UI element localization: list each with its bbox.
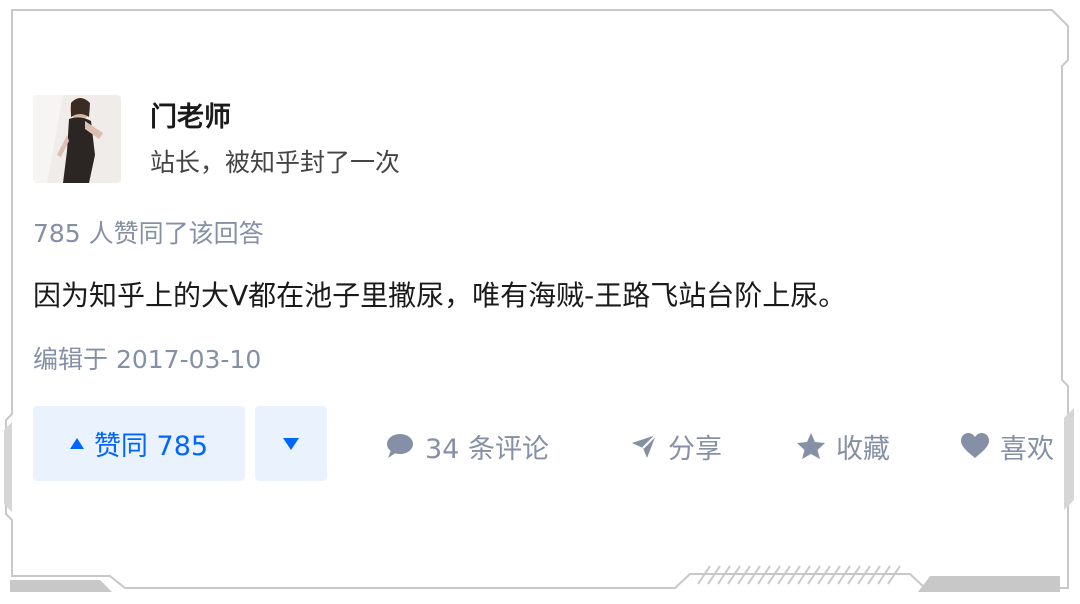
favorite-button[interactable]: 收藏 — [796, 426, 890, 466]
downvote-triangle-icon — [283, 437, 299, 450]
favorite-label: 收藏 — [836, 433, 890, 465]
answer-text: 因为知乎上的大V都在池子里撒尿，唯有海贼-王路飞站台阶上尿。 — [33, 279, 847, 312]
edit-time[interactable]: 编辑于 2017-03-10 — [33, 340, 261, 376]
heart-icon — [961, 433, 989, 458]
upvote-label: 赞同 785 — [93, 431, 209, 462]
star-icon — [797, 433, 825, 459]
share-plane-icon — [632, 434, 657, 458]
like-button[interactable]: 喜欢 — [960, 426, 1054, 466]
comments-button[interactable]: 34 条评论 — [385, 426, 549, 466]
author-name[interactable]: 门老师 — [150, 95, 231, 134]
share-label: 分享 — [668, 433, 722, 465]
downvote-button[interactable] — [255, 406, 327, 481]
share-button[interactable]: 分享 — [630, 426, 722, 466]
vote-summary[interactable]: 785 人赞同了该回答 — [33, 214, 264, 250]
like-label: 喜欢 — [1000, 433, 1054, 465]
comment-bubble-icon — [387, 434, 413, 458]
answer-card: 门老师 站长，被知乎封了一次 785 人赞同了该回答 因为知乎上的大V都在池子里… — [0, 0, 1080, 604]
upvote-triangle-icon — [69, 438, 84, 449]
avatar[interactable] — [33, 95, 121, 183]
author-bio: 站长，被知乎封了一次 — [150, 148, 401, 177]
upvote-button[interactable]: 赞同 785 — [33, 406, 245, 481]
comments-label: 34 条评论 — [425, 433, 549, 465]
avatar-image — [33, 95, 121, 183]
